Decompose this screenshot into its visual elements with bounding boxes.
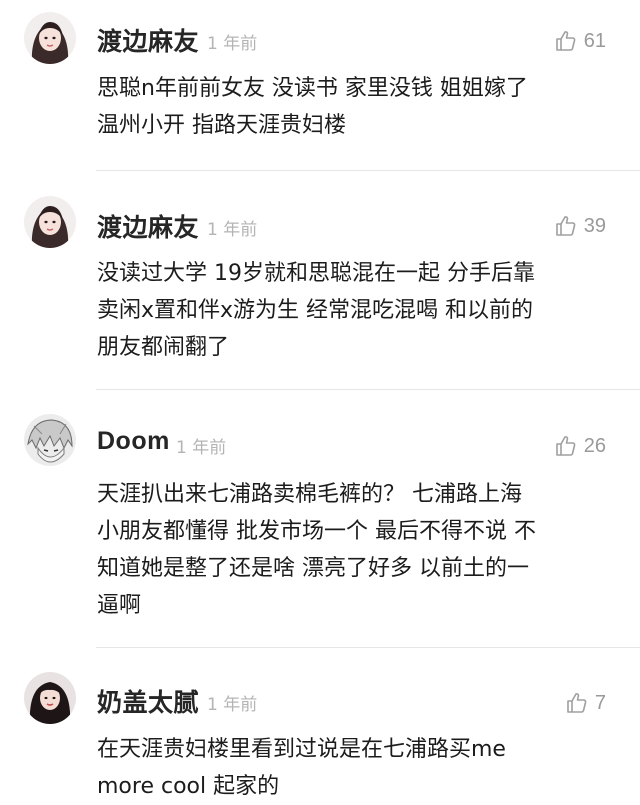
anime-avatar-icon [24,414,76,466]
thumbs-up-icon [554,29,578,53]
username[interactable]: Doom [97,427,170,456]
like-button[interactable]: 61 [554,29,606,53]
comment-line: more cool 起家的 [97,774,280,799]
comment-line: 朋友都闹翻了 [97,335,230,360]
user-avatar[interactable] [24,196,76,248]
comment-line: 卖闲x置和伴x游为生 经常混吃混喝 和以前的 [97,298,534,323]
timestamp: 1 年前 [176,438,227,458]
username[interactable]: 奶盖太腻 [97,683,199,719]
timestamp: 1 年前 [207,220,258,240]
like-count: 26 [583,434,606,457]
like-count: 7 [594,691,606,714]
user-avatar[interactable] [24,12,76,64]
comment-item: 渡边麻友 1 年前 61 思聪n年前前女友 没读书 家里没钱 姐姐嫁了 温州小开… [0,0,640,170]
like-count: 61 [583,29,606,52]
comment-line: 知道她是整了还是啥 漂亮了好多 以前土的一 [97,556,529,581]
like-count: 39 [583,214,606,237]
comment-line: 天涯扒出来七浦路卖棉毛裤的？ 七浦路上海 [97,482,522,507]
comment-item: 渡边麻友 1 年前 39 没读过大学 19岁就和思聪混在一起 分手后靠 卖闲x置… [0,171,640,389]
user-avatar[interactable] [24,672,76,724]
comment-line: 在天涯贵妇楼里看到过说是在七浦路买me [97,737,506,762]
user-avatar[interactable] [24,414,76,466]
comment-line: 小朋友都懂得 批发市场一个 最后不得不说 不 [97,519,536,544]
timestamp: 1 年前 [207,695,258,715]
thumbs-up-icon [554,434,578,458]
comment-item: Doom 1 年前 26 天涯扒出来七浦路卖棉毛裤的？ 七浦路上海 小朋友都懂得… [0,390,640,647]
comment-item: 奶盖太腻 1 年前 7 在天涯贵妇楼里看到过说是在七浦路买me more coo… [0,648,640,799]
comment-text: 思聪n年前前女友 没读书 家里没钱 姐姐嫁了 温州小开 指路天涯贵妇楼 [97,70,617,144]
username[interactable]: 渡边麻友 [97,22,199,58]
thumbs-up-icon [554,214,578,238]
comment-line: 思聪n年前前女友 没读书 家里没钱 姐姐嫁了 [97,76,528,101]
comment-text: 天涯扒出来七浦路卖棉毛裤的？ 七浦路上海 小朋友都懂得 批发市场一个 最后不得不… [97,476,617,624]
username[interactable]: 渡边麻友 [97,208,199,244]
comment-line: 温州小开 指路天涯贵妇楼 [97,113,346,138]
like-button[interactable]: 39 [554,214,606,238]
female-avatar-icon [24,196,76,248]
thumbs-up-icon [565,691,589,715]
like-button[interactable]: 7 [565,691,606,715]
comment-line: 逼啊 [97,593,142,618]
comment-text: 没读过大学 19岁就和思聪混在一起 分手后靠 卖闲x置和伴x游为生 经常混吃混喝… [97,255,617,366]
comment-text: 在天涯贵妇楼里看到过说是在七浦路买me more cool 起家的 [97,731,617,805]
timestamp: 1 年前 [207,34,258,54]
female-avatar-icon [24,672,76,724]
comment-line: 没读过大学 19岁就和思聪混在一起 分手后靠 [97,261,535,286]
like-button[interactable]: 26 [554,434,606,458]
female-avatar-icon [24,12,76,64]
